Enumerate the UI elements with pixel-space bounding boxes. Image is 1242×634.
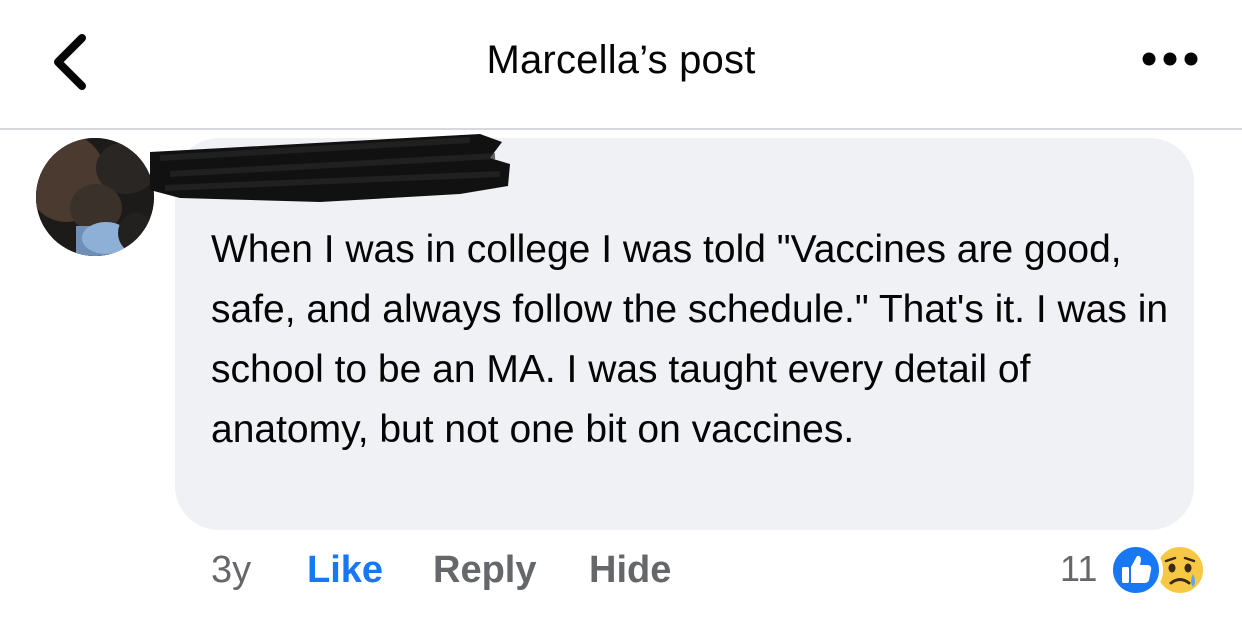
page-title: Marcella’s post	[486, 38, 756, 82]
more-options-button[interactable]	[1140, 44, 1200, 74]
hide-button[interactable]: Hide	[589, 544, 671, 596]
like-button[interactable]: Like	[307, 544, 383, 596]
comment-timestamp: 3y	[211, 549, 252, 591]
avatar[interactable]	[36, 138, 154, 256]
reaction-count: 11	[1060, 548, 1098, 589]
reactions-summary[interactable]: 11	[1060, 540, 1220, 597]
comment-text: When I was in college I was told "Vaccin…	[211, 228, 1169, 451]
post-header: Marcella’s post	[0, 0, 1242, 128]
like-reaction-icon	[1109, 543, 1163, 597]
reply-button[interactable]: Reply	[433, 544, 536, 596]
more-horizontal-icon	[1142, 52, 1198, 66]
redaction-marker	[150, 134, 510, 202]
